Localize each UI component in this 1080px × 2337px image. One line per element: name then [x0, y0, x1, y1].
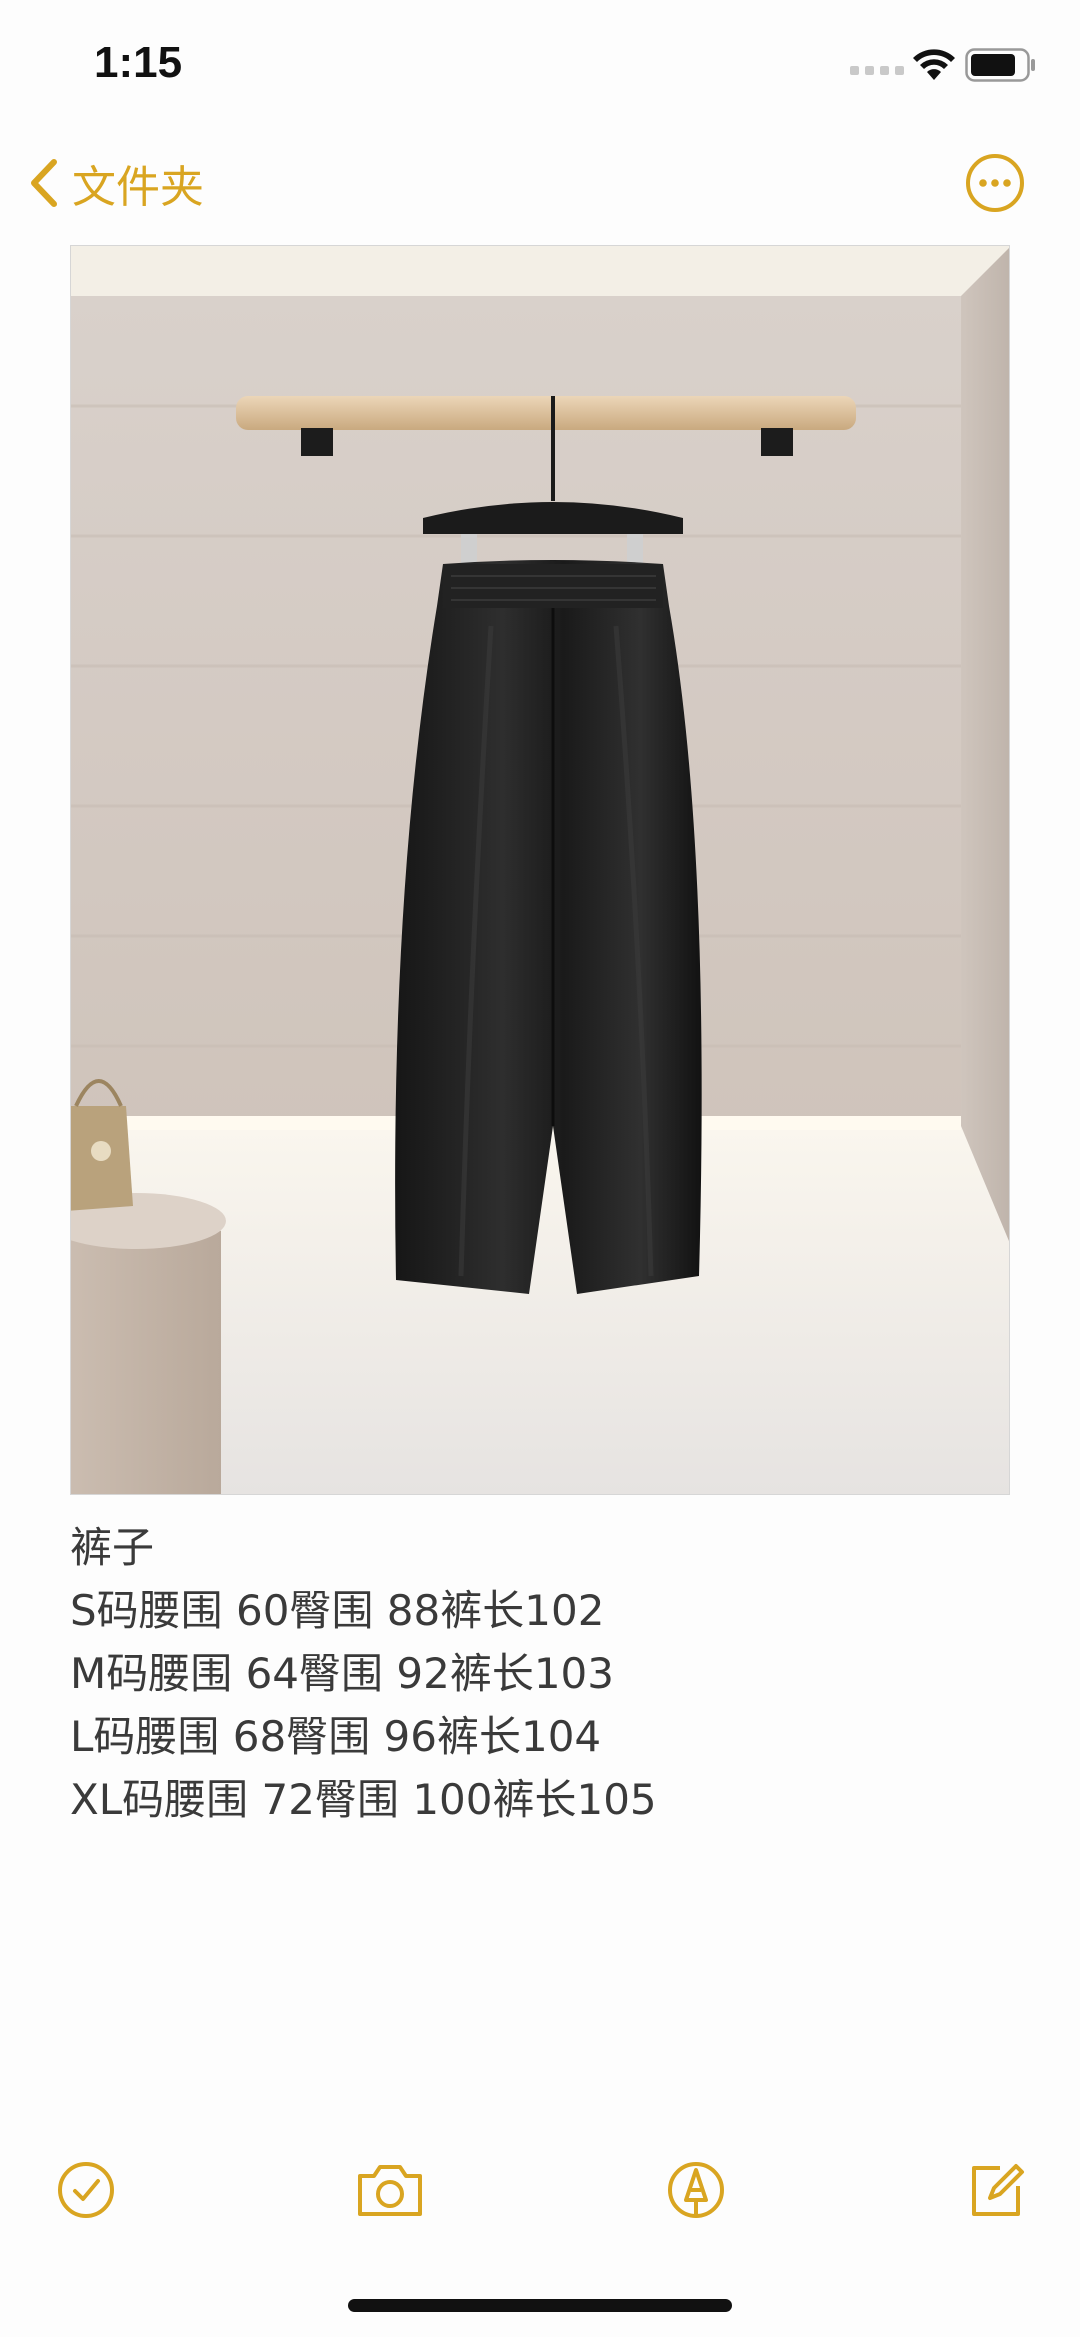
note-body[interactable]: 裤子 S码腰围 60臀围 88裤长102 M码腰围 64臀围 92裤长103 L… [70, 1516, 1010, 1831]
status-bar: 1:15 [0, 0, 1080, 130]
chevron-left-icon [31, 159, 57, 207]
home-indicator[interactable] [348, 2299, 732, 2312]
pants-photo [71, 246, 1009, 1494]
cellular-signal-icon [850, 66, 904, 75]
compose-icon[interactable] [964, 2158, 1028, 2222]
camera-icon[interactable] [354, 2158, 426, 2222]
note-line: L码腰围 68臀围 96裤长104 [70, 1712, 602, 1761]
markup-pen-icon[interactable] [664, 2158, 728, 2222]
checklist-icon[interactable] [54, 2158, 118, 2222]
back-label: 文件夹 [72, 162, 204, 213]
note-line: M码腰围 64臀围 92裤长103 [70, 1649, 614, 1698]
back-button[interactable]: 文件夹 [28, 150, 204, 216]
status-time: 1:15 [94, 38, 183, 87]
notes-app-screen: 1:15 文件夹 裤子 S码腰围 60臀围 88裤长102 M码腰围 64臀围 … [0, 0, 1080, 2337]
note-line: S码腰围 60臀围 88裤长102 [70, 1586, 605, 1635]
note-image-attachment[interactable] [70, 245, 1010, 1495]
note-title: 裤子 [70, 1523, 155, 1572]
wifi-icon [913, 49, 955, 80]
battery-icon [965, 48, 1035, 82]
note-line: XL码腰围 72臀围 100裤长105 [70, 1775, 657, 1824]
ellipsis-circle-icon[interactable] [964, 152, 1026, 214]
